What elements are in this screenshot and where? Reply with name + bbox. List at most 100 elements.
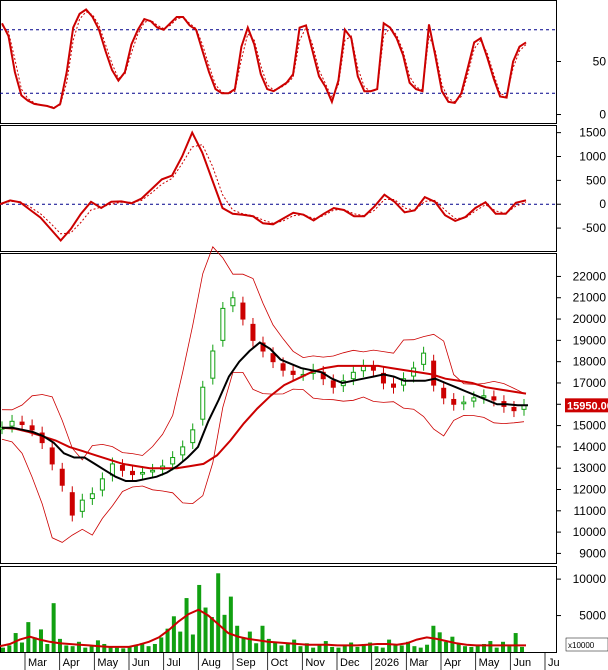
macd-signal-line bbox=[0, 144, 527, 235]
stochastic-panel: 50 0 bbox=[0, 0, 607, 124]
volume-bar bbox=[501, 641, 506, 652]
candle-body bbox=[190, 429, 196, 444]
volume-bar bbox=[121, 648, 126, 652]
volume-bar bbox=[228, 596, 233, 652]
candle-body bbox=[471, 397, 477, 402]
candle-body bbox=[29, 425, 35, 431]
volume-bar bbox=[475, 645, 480, 652]
volume-bar bbox=[374, 646, 379, 652]
month-label: Ju bbox=[548, 657, 560, 669]
volume-bar bbox=[399, 645, 404, 652]
volume-bar bbox=[494, 647, 499, 652]
candle-body bbox=[441, 387, 447, 399]
price-tick-label: 17000 bbox=[573, 376, 607, 390]
volume-bar bbox=[342, 645, 347, 652]
price-tick-label: 18000 bbox=[573, 355, 607, 369]
volume-bar bbox=[488, 641, 493, 652]
month-label: 2026 bbox=[375, 657, 399, 669]
volume-bar bbox=[349, 642, 354, 652]
volume-bar bbox=[70, 646, 75, 652]
price-tick-label: 10000 bbox=[573, 525, 607, 539]
candle-body bbox=[391, 383, 396, 388]
volume-bar bbox=[450, 636, 455, 652]
volume-bar bbox=[7, 645, 12, 652]
price-panel: 2200021000200001900018000170001600015000… bbox=[0, 246, 608, 564]
month-label: Dec bbox=[340, 657, 360, 669]
volume-bar bbox=[19, 642, 24, 652]
volume-bar bbox=[171, 616, 176, 652]
volume-bar bbox=[216, 573, 221, 652]
volume-bar bbox=[1, 647, 5, 652]
candle-body bbox=[150, 469, 156, 473]
price-tick-label: 13000 bbox=[573, 461, 607, 475]
price-tick-label: 19000 bbox=[573, 333, 607, 347]
candle-body bbox=[59, 468, 65, 486]
macd-frame bbox=[0, 125, 557, 252]
macd-line bbox=[0, 130, 527, 243]
candle-body bbox=[481, 395, 487, 398]
month-label: May bbox=[97, 657, 118, 669]
candle-body bbox=[240, 302, 246, 320]
month-label: Jun bbox=[513, 657, 531, 669]
volume-bar bbox=[292, 639, 297, 652]
month-label: Apr bbox=[444, 657, 461, 669]
candle-body bbox=[451, 398, 457, 405]
price-frame bbox=[0, 253, 557, 564]
month-label: Sep bbox=[236, 657, 256, 669]
candle-body bbox=[69, 492, 75, 516]
macd-tick-label: 500 bbox=[586, 173, 606, 187]
volume-bar bbox=[254, 643, 259, 652]
candle-body bbox=[99, 478, 105, 491]
volume-bar bbox=[235, 625, 240, 652]
month-label: Mar bbox=[409, 657, 428, 669]
candle-body bbox=[180, 446, 186, 456]
macd-tick-label: 1500 bbox=[579, 126, 606, 140]
candle-body bbox=[280, 363, 286, 371]
month-label: Aug bbox=[201, 657, 221, 669]
stochastic-tick-label: 0 bbox=[599, 108, 606, 122]
candle-body bbox=[511, 406, 517, 412]
volume-tick-label: 10000 bbox=[573, 572, 607, 586]
candle-body bbox=[79, 499, 85, 512]
candle-body bbox=[130, 470, 135, 476]
volume-bar bbox=[32, 637, 37, 652]
stochastic-tick-label: 50 bbox=[593, 55, 607, 69]
volume-bar bbox=[190, 634, 195, 652]
price-tick-label: 15000 bbox=[573, 419, 607, 433]
volume-bar bbox=[51, 603, 56, 652]
volume-multiplier-label: x10000 bbox=[568, 641, 595, 650]
price-tick-label: 11000 bbox=[574, 504, 607, 518]
volume-bar bbox=[57, 638, 62, 652]
month-label: Jun bbox=[132, 657, 150, 669]
candle-body bbox=[230, 297, 236, 307]
month-label: Mar bbox=[28, 657, 47, 669]
candle-body bbox=[19, 421, 25, 426]
volume-bar bbox=[102, 643, 107, 652]
candle-body bbox=[290, 370, 296, 375]
price-tick-label: 14000 bbox=[573, 440, 607, 454]
volume-bar bbox=[387, 639, 392, 652]
volume-bar bbox=[418, 647, 423, 652]
volume-bar bbox=[380, 647, 385, 652]
volume-bar bbox=[317, 645, 322, 652]
candle-body bbox=[421, 352, 427, 365]
candle-body bbox=[49, 447, 55, 465]
short-moving-average bbox=[2, 341, 528, 482]
candle-body bbox=[170, 457, 176, 465]
volume-bar bbox=[146, 646, 151, 652]
macd-panel: 1500 1000 500 0 -500 bbox=[0, 125, 606, 252]
price-tick-label: 20000 bbox=[573, 312, 607, 326]
volume-bar bbox=[412, 646, 417, 652]
volume-bar bbox=[45, 643, 50, 652]
volume-bar bbox=[241, 638, 246, 652]
volume-bar bbox=[159, 637, 164, 652]
volume-bar bbox=[336, 647, 341, 652]
volume-bar bbox=[83, 647, 88, 652]
volume-bar bbox=[323, 641, 328, 652]
last-price-label: 15950.00 bbox=[567, 400, 608, 412]
volume-bar bbox=[260, 625, 265, 652]
candle-body bbox=[9, 420, 15, 427]
candle-body bbox=[119, 465, 125, 471]
volume-bar bbox=[513, 633, 518, 652]
candle-body bbox=[210, 350, 216, 379]
